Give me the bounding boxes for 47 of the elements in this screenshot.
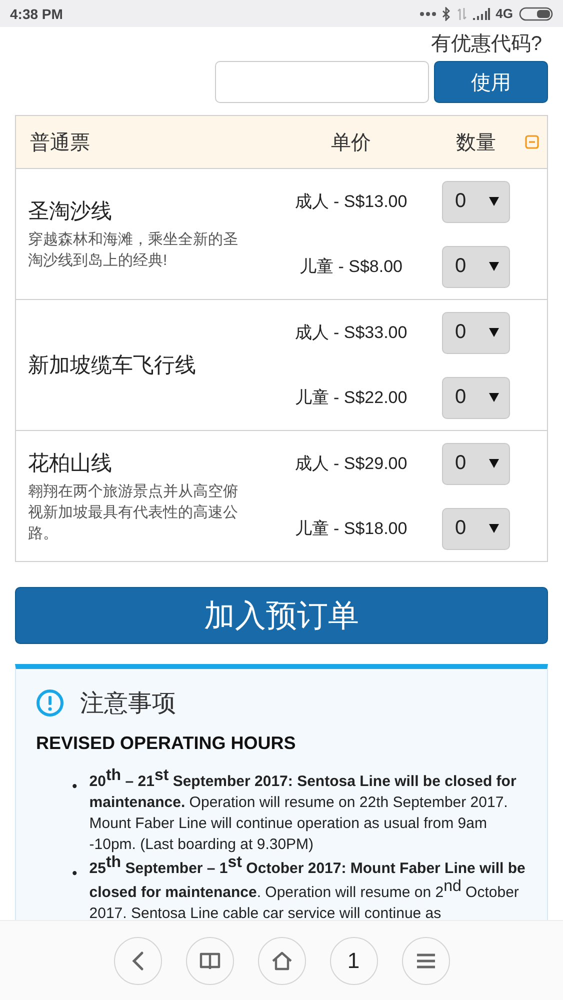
ticket-name: 圣淘沙线 — [28, 199, 113, 225]
bluetooth-icon — [442, 6, 451, 20]
ticket-description: 穿越森林和海滩，乘坐全新的圣淘沙线到岛上的经典! — [28, 230, 239, 271]
tabs-button[interactable]: 1 — [330, 936, 378, 984]
add-to-order-button[interactable]: 加入预订单 — [15, 587, 548, 644]
bullet: • — [72, 777, 78, 797]
caret-icon — [489, 393, 499, 402]
caret-icon — [489, 524, 499, 533]
price-label: 成人 - S$29.00 — [294, 453, 408, 475]
quantity-select[interactable]: 0 — [442, 376, 510, 418]
price-label: 儿童 - S$18.00 — [294, 518, 408, 540]
quantity-select[interactable]: 0 — [442, 246, 510, 288]
data-arrows-icon — [456, 6, 467, 20]
notice-heading: REVISED OPERATING HOURS — [36, 733, 297, 754]
column-header: 普通票 — [29, 130, 90, 156]
notice-title: 注意事项 — [80, 689, 176, 719]
quantity-select[interactable]: 0 — [442, 442, 510, 484]
more-icon — [420, 12, 436, 16]
promo-code-field[interactable] — [215, 61, 429, 103]
battery-icon — [519, 6, 553, 20]
signal-icon — [472, 8, 490, 20]
column-header: 数量 — [456, 130, 496, 156]
quantity-select[interactable]: 0 — [442, 180, 510, 222]
ticket-name: 新加坡缆车飞行线 — [28, 353, 197, 379]
promo-code-label: 有优惠代码? — [430, 32, 543, 57]
bullet: • — [72, 864, 78, 884]
status-time: 4:38 PM — [10, 6, 63, 22]
caret-icon — [489, 459, 499, 468]
info-icon — [36, 689, 64, 717]
apply-button[interactable]: 使用 — [434, 61, 548, 103]
caret-icon — [489, 328, 499, 337]
quantity-select[interactable]: 0 — [442, 508, 510, 550]
price-label: 成人 - S$33.00 — [294, 322, 408, 344]
price-label: 儿童 - S$22.00 — [294, 387, 408, 409]
column-header: 单价 — [331, 130, 371, 156]
price-label: 儿童 - S$8.00 — [298, 256, 404, 278]
caret-icon — [489, 262, 499, 271]
menu-icon — [416, 952, 436, 968]
back-icon — [132, 950, 144, 970]
network-type: 4G — [496, 6, 513, 21]
home-icon — [270, 950, 292, 970]
caret-icon — [489, 197, 499, 206]
quantity-select[interactable]: 0 — [442, 312, 510, 354]
ticket-name: 花柏山线 — [28, 450, 113, 476]
price-label: 成人 - S$13.00 — [294, 191, 408, 213]
book-icon — [198, 952, 220, 970]
ticket-description: 翱翔在两个旅游景点并从高空俯视新加坡最具有代表性的高速公路。 — [28, 482, 239, 544]
